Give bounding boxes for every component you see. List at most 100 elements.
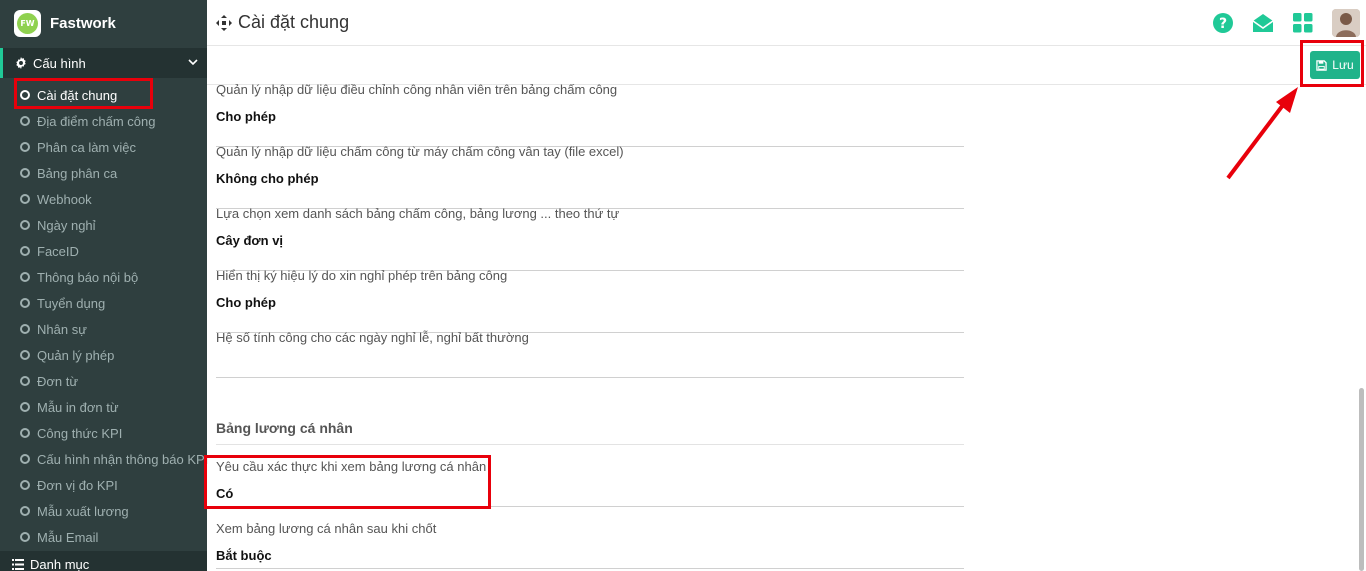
setting-label: Quản lý nhập dữ liệu điều chỉnh công nhâ… — [216, 82, 618, 97]
sidebar-item[interactable]: Địa điểm chấm công — [0, 108, 207, 134]
gear-icon — [16, 57, 26, 69]
setting-label: Hệ số tính công cho các ngày nghỉ lễ, ng… — [216, 330, 529, 345]
circle-icon — [20, 402, 30, 412]
circle-icon — [20, 90, 30, 100]
sidebar-item-label: Cấu hình nhận thông báo KPI — [37, 451, 209, 467]
toolbar: Lưu — [207, 46, 1366, 85]
circle-icon — [20, 194, 30, 204]
sidebar-item[interactable]: Quản lý phép — [0, 342, 207, 368]
setting-field[interactable]: Hệ số tính công cho các ngày nghỉ lễ, ng… — [216, 330, 964, 378]
sidebar-item-label: Đơn từ — [37, 373, 79, 389]
sidebar-item[interactable]: Đơn từ — [0, 368, 207, 394]
sidebar-item-label: Công thức KPI — [37, 425, 123, 441]
sidebar-item[interactable]: Tuyển dụng — [0, 290, 207, 316]
setting-value[interactable]: Bắt buộc — [216, 548, 272, 563]
sidebar-item-label: Mẫu in đơn từ — [37, 399, 119, 415]
sidebar-item[interactable]: Cài đặt chung — [0, 82, 207, 108]
sidebar-item[interactable]: Mẫu Email — [0, 524, 207, 550]
sidebar-item-label: Nhân sự — [37, 321, 87, 337]
setting-label: Hiển thị ký hiệu lý do xin nghỉ phép trê… — [216, 268, 508, 283]
app-logo: FW — [14, 9, 41, 37]
brand-name: Fastwork — [50, 14, 116, 32]
sidebar-item[interactable]: Mẫu in đơn từ — [0, 394, 207, 420]
sidebar-item-label: Phân ca làm việc — [37, 139, 136, 155]
sidebar-item-label: FaceID — [37, 243, 79, 259]
circle-icon — [20, 142, 30, 152]
setting-label: Lựa chọn xem danh sách bảng chấm công, b… — [216, 206, 620, 221]
sidebar-item-label: Thông báo nội bộ — [37, 269, 139, 285]
sidebar-item[interactable]: Công thức KPI — [0, 420, 207, 446]
sidebar-item-label: Cài đặt chung — [37, 87, 118, 103]
setting-label: Xem bảng lương cá nhân sau khi chốt — [216, 521, 437, 536]
page-header: Cài đặt chung ? — [207, 0, 1366, 46]
setting-value[interactable]: Có — [216, 486, 233, 501]
sidebar-menu: Cài đặt chung Địa điểm chấm công Phân ca l… — [0, 82, 209, 550]
move-icon — [216, 14, 232, 31]
sidebar-section-categories[interactable]: Danh mục — [0, 551, 207, 571]
circle-icon — [20, 506, 30, 516]
settings-list: Quản lý nhập dữ liệu điều chỉnh công nhâ… — [216, 82, 964, 378]
setting-field[interactable]: Quản lý nhập dữ liệu điều chỉnh công nhâ… — [216, 82, 964, 147]
setting-value[interactable]: Cho phép — [216, 295, 276, 310]
avatar[interactable] — [1332, 9, 1360, 37]
sidebar-item[interactable]: Bảng phân ca — [0, 160, 207, 186]
setting-value[interactable]: Cho phép — [216, 109, 276, 124]
sidebar-item-label: Tuyển dụng — [37, 295, 106, 311]
setting-field[interactable]: Quản lý nhập dữ liệu chấm công từ máy ch… — [216, 144, 964, 209]
setting-field[interactable]: Yêu cầu xác thực khi xem bảng lương cá n… — [216, 445, 964, 507]
circle-icon — [20, 480, 30, 490]
sidebar-item[interactable]: Mẫu xuất lương — [0, 498, 207, 524]
sidebar-item[interactable]: Thông báo nội bộ — [0, 264, 207, 290]
apps-grid-icon[interactable] — [1292, 12, 1314, 34]
header-actions: ? — [1194, 0, 1366, 46]
setting-field[interactable]: Lựa chọn xem danh sách bảng chấm công, b… — [216, 206, 964, 271]
list-icon — [12, 558, 24, 570]
sidebar-item-label: Ngày nghỉ — [37, 217, 96, 233]
section-title: Bảng lương cá nhân — [216, 420, 353, 436]
circle-icon — [20, 116, 30, 126]
setting-value[interactable]: Cây đơn vị — [216, 233, 283, 248]
sidebar-item-label: Bảng phân ca — [37, 165, 118, 181]
sidebar-section-label: Danh mục — [30, 556, 90, 571]
sidebar-section-label: Cấu hình — [33, 55, 86, 71]
sidebar-item[interactable]: Phân ca làm việc — [0, 134, 207, 160]
circle-icon — [20, 324, 30, 334]
circle-icon — [20, 428, 30, 438]
mail-open-icon[interactable] — [1252, 12, 1274, 34]
sidebar-item[interactable]: Nhân sự — [0, 316, 207, 342]
sidebar-item-label: Mẫu xuất lương — [37, 503, 129, 519]
sidebar-item[interactable]: Webhook — [0, 186, 207, 212]
circle-icon — [20, 298, 30, 308]
circle-icon — [20, 168, 30, 178]
save-button[interactable]: Lưu — [1310, 51, 1360, 79]
floppy-disk-icon — [1316, 59, 1328, 71]
scrollbar[interactable] — [1359, 388, 1364, 571]
annotation-arrow-icon — [1226, 87, 1298, 180]
sidebar-item[interactable]: Ngày nghỉ — [0, 212, 207, 238]
setting-field[interactable]: Hiển thị ký hiệu lý do xin nghỉ phép trê… — [216, 268, 964, 333]
setting-field[interactable]: Xem bảng lương cá nhân sau khi chốt Bắt b… — [216, 507, 964, 569]
sidebar-section-config[interactable]: Cấu hình — [0, 48, 207, 78]
circle-icon — [20, 272, 30, 282]
circle-icon — [20, 350, 30, 360]
chevron-down-icon[interactable] — [188, 57, 198, 67]
page-title: Cài đặt chung — [238, 12, 350, 32]
setting-value[interactable]: Không cho phép — [216, 171, 319, 186]
circle-icon — [20, 454, 30, 464]
brand[interactable]: FW Fastwork — [0, 0, 207, 46]
setting-label: Yêu cầu xác thực khi xem bảng lương cá n… — [216, 459, 487, 474]
sidebar-item-label: Webhook — [37, 191, 92, 207]
circle-icon — [20, 532, 30, 542]
sidebar-item-label: Địa điểm chấm công — [37, 113, 156, 129]
sidebar-item-label: Mẫu Email — [37, 529, 99, 545]
sidebar-item-label: Đơn vị đo KPI — [37, 477, 118, 493]
save-button-label: Lưu — [1332, 58, 1354, 72]
svg-text:?: ? — [1219, 16, 1227, 32]
logo-text: FW — [17, 12, 38, 34]
sidebar-item[interactable]: Đơn vị đo KPI — [0, 472, 207, 498]
circle-icon — [20, 246, 30, 256]
sidebar-item[interactable]: Cấu hình nhận thông báo KPI — [0, 446, 209, 472]
circle-icon — [20, 220, 30, 230]
help-icon[interactable]: ? — [1212, 12, 1234, 34]
sidebar-item[interactable]: FaceID — [0, 238, 207, 264]
